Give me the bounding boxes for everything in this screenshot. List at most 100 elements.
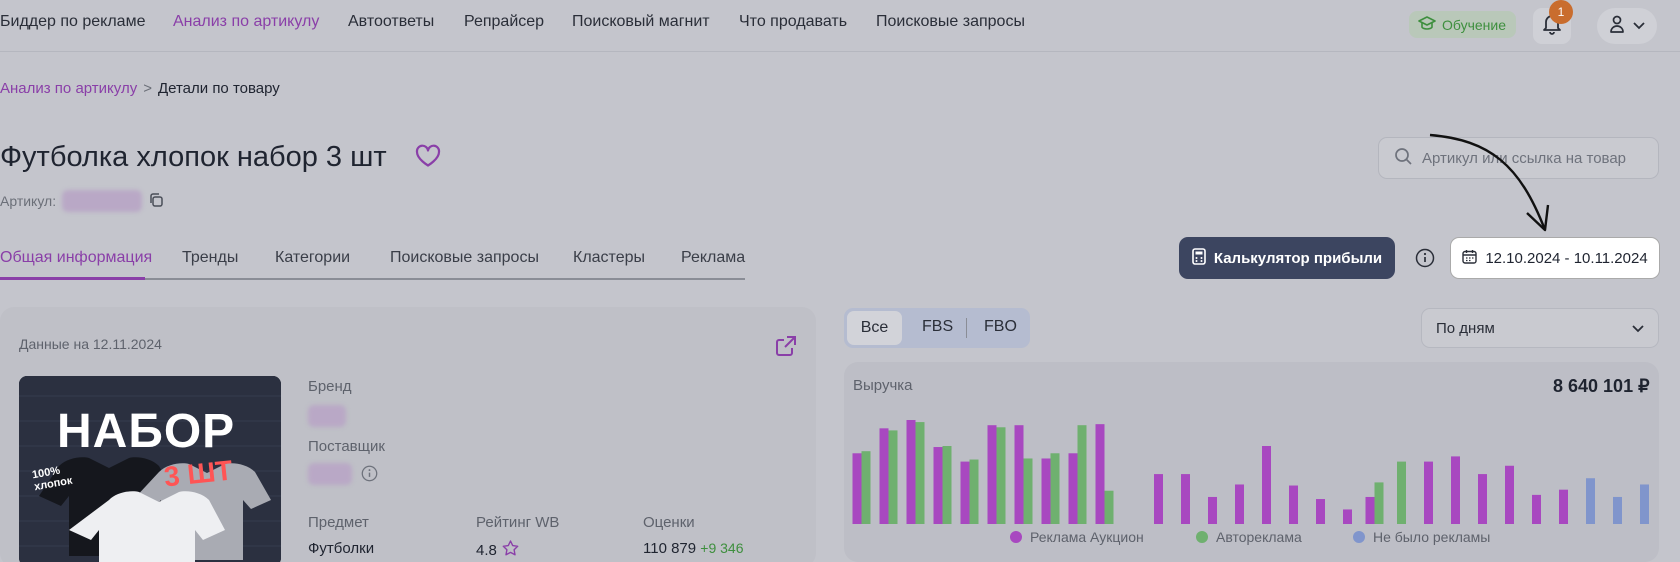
user-menu-button[interactable] (1597, 8, 1657, 44)
bar-10-series-0[interactable] (1095, 424, 1105, 524)
tab-advertising[interactable]: Реклама (681, 249, 745, 267)
date-range-value: 12.10.2024 - 10.11.2024 (1485, 249, 1648, 267)
bar-4-series-0[interactable] (933, 447, 943, 524)
bar-29-series-2[interactable] (1613, 496, 1622, 524)
date-range-picker[interactable]: 12.10.2024 - 10.11.2024 (1450, 237, 1660, 279)
nav-item-search-queries[interactable]: Поисковые запросы (876, 13, 1025, 31)
legend-label-no-ads: Не было рекламы (1373, 529, 1491, 545)
segment-fbo[interactable]: FBO (984, 318, 1017, 336)
bar-10-series-1[interactable] (1104, 490, 1114, 524)
bar-20-series-0[interactable] (1365, 496, 1375, 524)
nav-item-bidder[interactable]: Биддер по рекламе (0, 13, 145, 31)
revenue-bar-chart (852, 420, 1649, 524)
rating-label: Рейтинг WB (476, 514, 560, 531)
bar-28-series-2[interactable] (1586, 478, 1595, 524)
nav-item-repricer[interactable]: Репрайсер (464, 13, 544, 31)
search-icon (1394, 147, 1412, 169)
period-select[interactable]: По дням (1421, 308, 1659, 348)
legend-swatch-auction (1010, 531, 1022, 543)
revenue-label: Выручка (853, 377, 913, 394)
bar-6-series-0[interactable] (987, 425, 997, 524)
bar-27-series-0[interactable] (1559, 489, 1568, 524)
bar-4-series-1[interactable] (942, 446, 952, 524)
bar-9-series-1[interactable] (1077, 425, 1087, 524)
brand-label: Бренд (308, 378, 352, 395)
segment-fbs[interactable]: FBS (922, 318, 953, 336)
bar-2-series-1[interactable] (888, 430, 898, 524)
nav-item-what-to-sell[interactable]: Что продавать (739, 13, 847, 31)
bar-7-series-1[interactable] (1023, 458, 1033, 524)
bar-5-series-1[interactable] (969, 459, 979, 524)
chevron-down-icon (1632, 320, 1644, 337)
external-link-icon[interactable] (775, 335, 797, 362)
annotation-arrow-icon (1420, 125, 1560, 245)
bar-5-series-0[interactable] (960, 461, 970, 524)
breadcrumb: Анализ по артикулу > Детали по товару (0, 80, 280, 97)
article-number-redacted (62, 190, 143, 212)
bar-8-series-1[interactable] (1050, 453, 1060, 524)
supplier-label: Поставщик (308, 438, 385, 455)
profit-calculator-button[interactable]: Калькулятор прибыли (1179, 237, 1395, 279)
notification-count-badge: 1 (1549, 0, 1573, 24)
article-label: Артикул: (0, 193, 57, 209)
bar-3-series-0[interactable] (906, 420, 916, 524)
bar-14-series-0[interactable] (1208, 496, 1217, 524)
profit-calculator-label: Калькулятор прибыли (1213, 249, 1383, 267)
bar-6-series-1[interactable] (996, 427, 1006, 524)
bar-26-series-0[interactable] (1532, 494, 1541, 524)
legend-item-auction: Реклама Аукцион (1010, 529, 1144, 545)
bar-19-series-0[interactable] (1343, 509, 1352, 524)
bar-17-series-0[interactable] (1289, 485, 1298, 524)
bar-30-series-2[interactable] (1640, 484, 1649, 524)
revenue-total: 8 640 101 ₽ (1553, 376, 1650, 396)
bar-20-series-1[interactable] (1374, 482, 1384, 524)
bar-25-series-0[interactable] (1505, 465, 1514, 524)
bar-21-series-1[interactable] (1397, 461, 1406, 524)
education-button[interactable]: Обучение (1409, 11, 1517, 38)
legend-label-auction: Реклама Аукцион (1030, 529, 1144, 545)
product-image: НАБОР 3 ШТ 100% хлопок (19, 376, 281, 562)
tab-clusters[interactable]: Кластеры (573, 249, 645, 267)
page-title: Футболка хлопок набор 3 шт (0, 141, 387, 173)
bar-8-series-0[interactable] (1041, 458, 1051, 524)
data-as-of-label: Данные на 12.11.2024 (19, 336, 162, 352)
brand-value-redacted (308, 405, 346, 427)
supplier-info-icon[interactable] (361, 465, 378, 487)
nav-item-autoanswers[interactable]: Автоответы (348, 13, 434, 31)
bar-15-series-0[interactable] (1235, 484, 1244, 524)
legend-item-no-ads: Не было рекламы (1353, 529, 1490, 545)
bar-12-series-0[interactable] (1154, 474, 1163, 524)
bar-23-series-0[interactable] (1451, 456, 1460, 524)
heart-icon[interactable] (415, 144, 441, 173)
bar-9-series-0[interactable] (1068, 453, 1078, 524)
legend-swatch-auto (1196, 531, 1208, 543)
bar-1-series-0[interactable] (852, 453, 862, 524)
info-icon[interactable] (1415, 248, 1435, 273)
tab-bar: Общая информация Тренды Категории Поиско… (0, 249, 745, 280)
nav-item-search-magnet[interactable]: Поисковый магнит (572, 13, 710, 31)
tab-general-info[interactable]: Общая информация (0, 249, 152, 267)
bar-1-series-1[interactable] (861, 451, 871, 524)
tab-categories[interactable]: Категории (275, 249, 350, 267)
fulfillment-segment-control: Все FBS FBO (844, 308, 1030, 348)
bar-22-series-0[interactable] (1424, 461, 1433, 524)
chevron-down-icon (1633, 17, 1645, 35)
star-icon (502, 540, 519, 560)
period-select-value: По дням (1436, 319, 1495, 337)
copy-icon[interactable] (148, 192, 164, 211)
nav-item-article-analysis[interactable]: Анализ по артикулу (173, 13, 319, 31)
tab-search-queries[interactable]: Поисковые запросы (390, 249, 539, 267)
bar-13-series-0[interactable] (1181, 474, 1190, 524)
bar-16-series-0[interactable] (1262, 446, 1271, 524)
bar-18-series-0[interactable] (1316, 499, 1325, 524)
bar-24-series-0[interactable] (1478, 474, 1487, 524)
education-label: Обучение (1442, 16, 1507, 33)
breadcrumb-separator: > (143, 80, 152, 97)
user-icon (1609, 15, 1625, 38)
bar-3-series-1[interactable] (915, 422, 925, 524)
tab-trends[interactable]: Тренды (182, 249, 238, 267)
bar-2-series-0[interactable] (879, 428, 889, 524)
bar-7-series-0[interactable] (1014, 425, 1024, 524)
segment-all[interactable]: Все (847, 311, 902, 345)
breadcrumb-link-article-analysis[interactable]: Анализ по артикулу (0, 80, 137, 97)
